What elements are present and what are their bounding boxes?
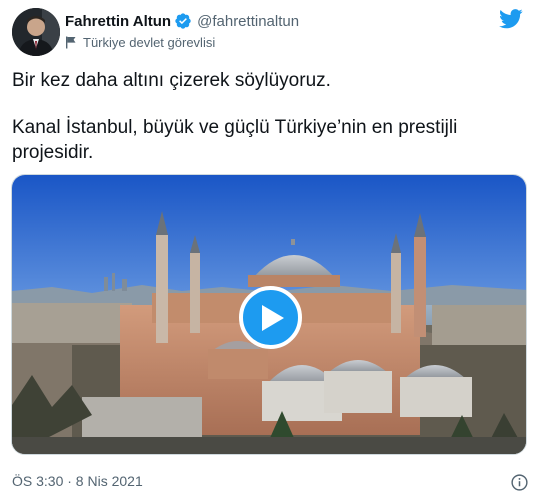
info-icon[interactable] <box>511 474 528 496</box>
avatar[interactable] <box>12 8 60 56</box>
tweet-text-line-1: Bir kez daha altını çizerek söylüyoruz. <box>12 70 331 91</box>
author-name[interactable]: Fahrettin Altun <box>65 13 171 30</box>
author-handle[interactable]: @fahrettinaltun <box>197 13 299 30</box>
account-label-text: Türkiye devlet görevlisi <box>83 34 216 50</box>
video-player[interactable] <box>11 174 527 455</box>
tweet-text-line-2: Kanal İstanbul, büyük ve güçlü Türkiye’n… <box>12 117 458 163</box>
account-label[interactable]: Türkiye devlet görevlisi <box>65 33 215 51</box>
flag-icon <box>65 36 77 49</box>
play-icon <box>262 304 284 331</box>
tweet-text: Bir kez daha altını çizerek söylüyoruz. … <box>12 68 512 165</box>
tweet-card: Fahrettin Altun @fahrettinaltun Türkiye … <box>0 0 536 503</box>
verified-badge-icon <box>174 12 192 30</box>
play-button[interactable] <box>239 286 302 349</box>
twitter-bird-icon[interactable] <box>499 9 523 34</box>
author-line: Fahrettin Altun @fahrettinaltun <box>65 10 299 32</box>
tweet-timestamp[interactable]: ÖS 3:30 · 8 Nis 2021 <box>12 473 143 489</box>
